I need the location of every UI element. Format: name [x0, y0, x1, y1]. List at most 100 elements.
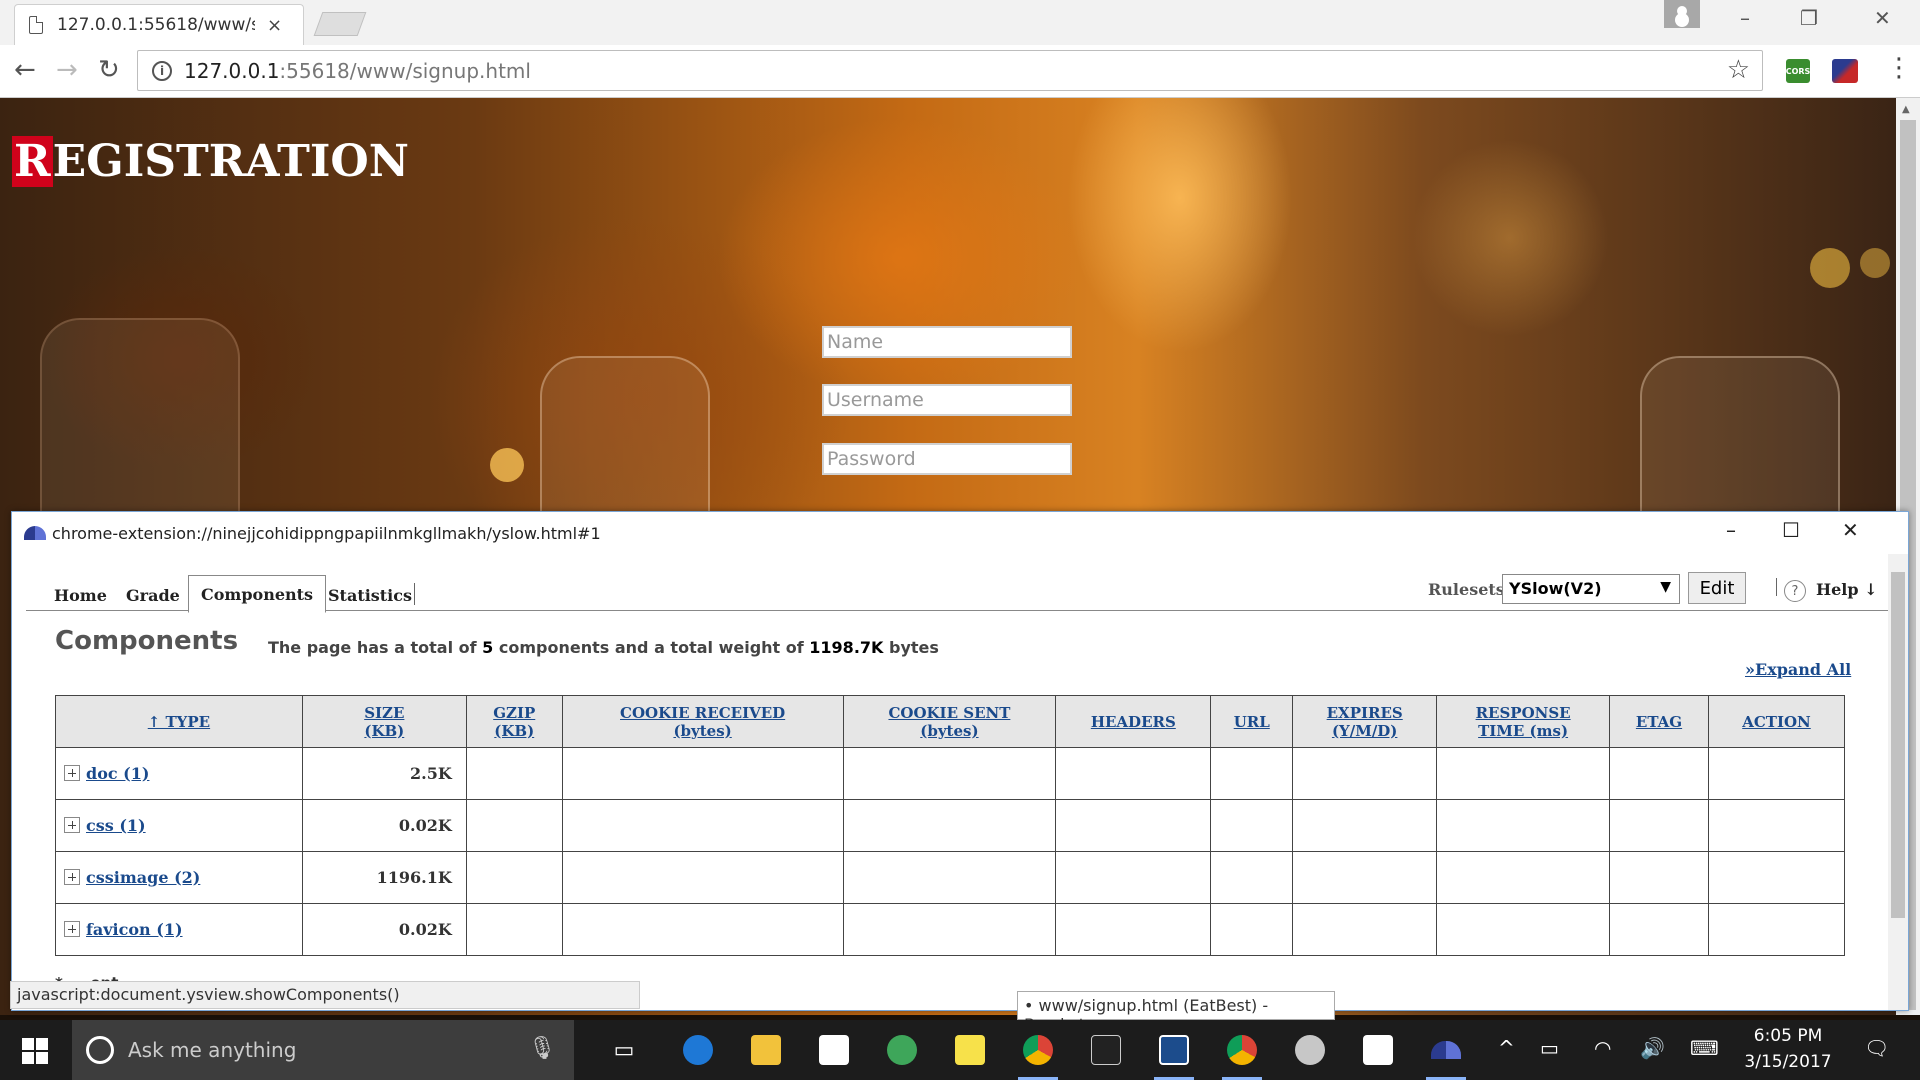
volume-icon[interactable]: 🔊	[1640, 1036, 1665, 1060]
yslow-icon[interactable]	[1426, 1030, 1466, 1080]
help-icon[interactable]: ?	[1784, 580, 1806, 602]
chrome-icon[interactable]	[1222, 1030, 1262, 1080]
edit-button[interactable]: Edit	[1688, 572, 1746, 604]
bookmark-star-icon[interactable]: ☆	[1727, 55, 1750, 85]
empty-cell	[1707, 747, 1846, 800]
popup-close-button[interactable]: ✕	[1842, 518, 1859, 542]
empty-cell	[465, 799, 563, 852]
reload-icon[interactable]: ↻	[98, 55, 120, 85]
terminal-icon[interactable]	[1086, 1030, 1126, 1070]
wifi-icon[interactable]: ◠	[1594, 1036, 1611, 1060]
browser-tab[interactable]: 127.0.0.1:55618/www/sig ×	[14, 4, 304, 45]
col-size[interactable]: SIZE (KB)	[301, 695, 467, 748]
col-type[interactable]: ↑ TYPE	[55, 695, 303, 748]
tab-title: 127.0.0.1:55618/www/sig	[57, 15, 255, 35]
new-tab-button[interactable]	[313, 12, 367, 36]
file-explorer-icon[interactable]	[746, 1030, 786, 1070]
col-expires[interactable]: EXPIRES (Y/M/D)	[1292, 695, 1438, 748]
show-hidden-icons[interactable]: ^	[1498, 1036, 1515, 1060]
empty-cell	[1609, 851, 1709, 904]
battery-icon[interactable]: ▭	[1540, 1036, 1559, 1060]
cortana-search-box[interactable]: Ask me anything 🎙	[72, 1020, 574, 1080]
expand-plus-icon[interactable]	[64, 869, 80, 885]
empty-cell	[1292, 903, 1438, 956]
type-link[interactable]: css (1)	[86, 816, 146, 835]
forward-arrow-icon[interactable]: →	[56, 55, 78, 85]
col-etag[interactable]: ETAG	[1609, 695, 1709, 748]
empty-cell	[842, 903, 1057, 956]
type-link[interactable]: doc (1)	[86, 764, 149, 783]
col-action[interactable]: ACTION	[1707, 695, 1846, 748]
edge-browser-icon[interactable]	[678, 1030, 718, 1070]
clock-date[interactable]: 3/15/2017	[1740, 1052, 1836, 1072]
brackets-icon[interactable]	[1154, 1030, 1194, 1080]
username-field[interactable]	[822, 384, 1072, 416]
back-arrow-icon[interactable]: ←	[14, 55, 36, 85]
table-row: cssimage (2) 1196.1K	[55, 851, 1846, 904]
popup-scrollbar[interactable]	[1888, 554, 1908, 1010]
bokeh-light	[490, 448, 524, 482]
password-field[interactable]	[822, 443, 1072, 475]
bokeh-light	[1810, 248, 1850, 288]
size-cell: 0.02K	[301, 799, 467, 852]
info-icon[interactable]: i	[152, 60, 172, 81]
cors-extension-icon[interactable]: CORS	[1786, 59, 1810, 83]
col-cookie-sent[interactable]: COOKIE SENT (bytes)	[842, 695, 1057, 748]
chrome-menu-icon[interactable]: ⋮	[1886, 53, 1912, 83]
yslow-extension-icon[interactable]	[1832, 59, 1858, 83]
tab-statistics[interactable]: Statistics	[318, 580, 422, 611]
expand-plus-icon[interactable]	[64, 817, 80, 833]
empty-cell	[1055, 903, 1212, 956]
chrome-icon[interactable]	[1018, 1030, 1058, 1080]
type-link[interactable]: cssimage (2)	[86, 868, 200, 887]
microphone-icon[interactable]: 🎙	[528, 1036, 556, 1061]
help-link[interactable]: Help ↓	[1816, 580, 1878, 599]
empty-cell	[1292, 851, 1438, 904]
empty-cell	[561, 903, 844, 956]
help-divider	[1776, 578, 1777, 596]
photos-icon[interactable]	[1358, 1030, 1398, 1070]
popup-minimize-button[interactable]: –	[1726, 518, 1736, 542]
ruleset-select[interactable]: YSlow(V2) ▼	[1502, 574, 1680, 604]
empty-cell	[561, 747, 844, 800]
empty-cell	[1436, 747, 1611, 800]
tab-divider	[414, 583, 415, 605]
name-field[interactable]	[822, 326, 1072, 358]
close-window-button[interactable]: ✕	[1874, 6, 1891, 30]
empty-cell	[1707, 799, 1846, 852]
tab-home[interactable]: Home	[44, 580, 117, 611]
popup-maximize-button[interactable]: ☐	[1782, 518, 1800, 542]
windows-start-icon[interactable]	[22, 1038, 48, 1064]
android-studio-icon[interactable]	[882, 1030, 922, 1070]
scroll-up-icon[interactable]: ▲	[1902, 104, 1910, 115]
col-gzip[interactable]: GZIP (KB)	[465, 695, 563, 748]
col-headers[interactable]: HEADERS	[1055, 695, 1212, 748]
type-cell: doc (1)	[55, 747, 303, 800]
clock-time[interactable]: 6:05 PM	[1740, 1026, 1836, 1046]
col-response-time[interactable]: RESPONSE TIME (ms)	[1436, 695, 1611, 748]
type-link[interactable]: favicon (1)	[86, 920, 183, 939]
task-view-icon[interactable]: ▭	[604, 1030, 644, 1070]
keyboard-icon[interactable]: ⌨	[1690, 1036, 1719, 1060]
snipping-tool-icon[interactable]	[1290, 1030, 1330, 1070]
tab-grade[interactable]: Grade	[116, 580, 190, 611]
expand-all-link[interactable]: »Expand All	[1745, 660, 1851, 679]
empty-cell	[1609, 903, 1709, 956]
restore-button[interactable]: ❐	[1800, 6, 1818, 30]
sticky-notes-icon[interactable]	[950, 1030, 990, 1070]
user-profile-icon[interactable]	[1664, 0, 1700, 28]
tab-close-icon[interactable]: ×	[267, 15, 282, 36]
store-icon[interactable]	[814, 1030, 854, 1070]
tab-components[interactable]: Components	[188, 575, 327, 613]
col-url[interactable]: URL	[1210, 695, 1294, 748]
minimize-button[interactable]: –	[1740, 6, 1750, 30]
expand-plus-icon[interactable]	[64, 921, 80, 937]
taskbar-tooltip: • www/signup.html (EatBest) - Brackets	[1017, 991, 1335, 1034]
action-center-icon[interactable]: 🗨	[1864, 1036, 1889, 1060]
col-cookie-received[interactable]: COOKIE RECEIVED (bytes)	[561, 695, 844, 748]
address-bar[interactable]: i 127.0.0.1 :55618/www/signup.html ☆	[137, 50, 1763, 91]
popup-scrollbar-thumb[interactable]	[1891, 572, 1905, 918]
empty-cell	[1436, 851, 1611, 904]
ruleset-value: YSlow(V2)	[1509, 579, 1602, 598]
expand-plus-icon[interactable]	[64, 765, 80, 781]
